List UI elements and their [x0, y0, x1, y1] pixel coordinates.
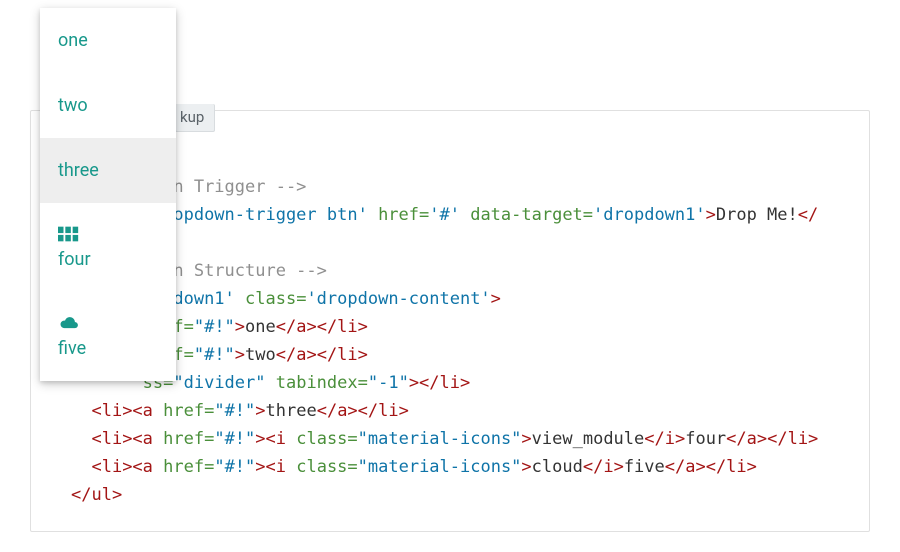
cloud-icon [58, 314, 158, 332]
str-divider: "divider" [173, 373, 265, 393]
tab-markup-fragment[interactable]: kup [175, 104, 215, 132]
dropdown-item-two[interactable]: two [40, 73, 176, 138]
tag-close: </ [798, 205, 818, 225]
tag-gt2: > [491, 289, 501, 309]
str-dropdowncontent: 'dropdown-content' [306, 289, 490, 309]
tag-close-li1: </a></li> [276, 317, 368, 337]
view-module-icon [58, 225, 158, 243]
str-hb1: "#!" [194, 317, 235, 337]
dropdown-item-label: three [58, 160, 99, 181]
text-three: three [266, 401, 317, 421]
str-hash: '#' [429, 205, 460, 225]
text-dropme: Drop Me! [716, 205, 798, 225]
str-hb3: "#!" [214, 401, 255, 421]
dropdown-item-one[interactable]: one [40, 8, 176, 73]
text-one: one [245, 317, 276, 337]
tag-close-li2: </a></li> [276, 345, 368, 365]
dropdown-menu: one two three four five [40, 8, 176, 381]
attr-class: class= [235, 289, 307, 309]
str-mi1: "material-icons" [358, 429, 522, 449]
tag-gt4: > [235, 345, 245, 365]
str-mi2: "material-icons" [358, 457, 522, 477]
str-class: 'dropdown-trigger btn' [143, 205, 368, 225]
tag-gt3: > [235, 317, 245, 337]
str-hb2: "#!" [194, 345, 235, 365]
code-block: down Trigger --> 'dropdown-trigger btn' … [71, 173, 849, 509]
tag-close-li3: ></li> [409, 373, 470, 393]
dropdown-item-label: four [58, 249, 91, 270]
str-neg1: "-1" [368, 373, 409, 393]
dropdown-item-label: one [58, 30, 88, 51]
tag-gt: > [706, 205, 716, 225]
str-dropdown1: 'dropdown1' [593, 205, 706, 225]
str-hb5: "#!" [214, 457, 255, 477]
str-hb4: "#!" [214, 429, 255, 449]
dropdown-item-label: two [58, 95, 88, 116]
dropdown-item-three[interactable]: three [40, 138, 176, 203]
text-four: four [685, 429, 726, 449]
attr-data-target: data-target= [460, 205, 593, 225]
text-two: two [245, 345, 276, 365]
text-cloud: cloud [532, 457, 583, 477]
dropdown-item-four[interactable]: four [40, 203, 176, 292]
attr-tabindex: tabindex= [266, 373, 368, 393]
attr-href: href= [368, 205, 429, 225]
dropdown-item-five[interactable]: five [40, 292, 176, 381]
text-five: five [624, 457, 665, 477]
dropdown-item-label: five [58, 338, 86, 359]
text-viewmodule: view_module [532, 429, 645, 449]
